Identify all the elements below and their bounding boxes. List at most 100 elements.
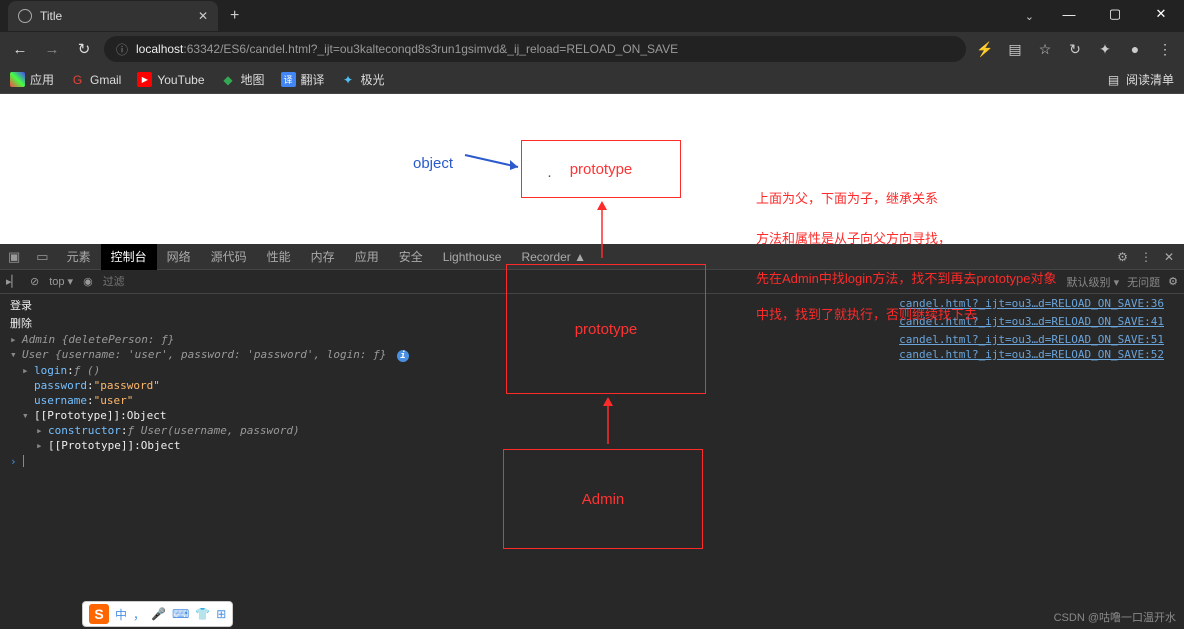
source-link[interactable]: candel.html?_ijt=ou3…d=RELOAD_ON_SAVE:52 bbox=[899, 348, 1174, 362]
collapse-icon[interactable]: ▾ bbox=[22, 409, 34, 422]
clear-console-icon[interactable]: ⊘ bbox=[30, 275, 39, 288]
watermark: CSDN @咕噜一口温开水 bbox=[1054, 609, 1176, 625]
maximize-button[interactable]: ▢ bbox=[1092, 0, 1138, 28]
bookmark-gmail[interactable]: GGmail bbox=[70, 72, 121, 87]
page-content bbox=[0, 94, 1184, 244]
tab-application[interactable]: 应用 bbox=[345, 244, 389, 270]
close-window-button[interactable]: ✕ bbox=[1138, 0, 1184, 28]
devtools-tabs: ▣ ▭ 元素 控制台 网络 源代码 性能 内存 应用 安全 Lighthouse… bbox=[0, 244, 1184, 270]
close-tab-icon[interactable]: ✕ bbox=[198, 9, 208, 23]
console-property: username: "user" bbox=[0, 393, 1184, 408]
context-selector[interactable]: top ▾ bbox=[49, 275, 73, 288]
ime-punct[interactable]: ， bbox=[133, 606, 145, 623]
skin-icon[interactable]: 👕 bbox=[195, 607, 210, 621]
source-link[interactable]: candel.html?_ijt=ou3…d=RELOAD_ON_SAVE:36 bbox=[899, 297, 1174, 313]
bookmark-jiguang[interactable]: ✦极光 bbox=[341, 71, 385, 88]
address-bar: ← → ↻ ⓘ localhost:63342/ES6/candel.html?… bbox=[0, 32, 1184, 66]
forward-button[interactable]: → bbox=[40, 41, 64, 58]
tab-sources[interactable]: 源代码 bbox=[201, 244, 257, 270]
bookmark-icon[interactable]: ☆ bbox=[1034, 41, 1056, 58]
ime-toolbar[interactable]: S 中 ， 🎤 ⌨ 👕 ⊞ bbox=[82, 601, 233, 627]
new-tab-button[interactable]: + bbox=[218, 7, 251, 25]
console-settings-icon[interactable]: ⚙ bbox=[1168, 275, 1178, 288]
console-row: 登录 candel.html?_ijt=ou3…d=RELOAD_ON_SAVE… bbox=[0, 296, 1184, 314]
browser-tab[interactable]: Title ✕ bbox=[8, 1, 218, 31]
expand-icon[interactable]: ▸ bbox=[36, 439, 48, 452]
expand-icon[interactable]: ▸ bbox=[36, 424, 48, 437]
device-icon[interactable]: ▭ bbox=[28, 249, 56, 265]
collapse-icon[interactable]: ▾ bbox=[10, 348, 22, 362]
globe-icon bbox=[18, 9, 32, 23]
tab-security[interactable]: 安全 bbox=[389, 244, 433, 270]
console-property[interactable]: ▸login: ƒ () bbox=[0, 363, 1184, 378]
console-property[interactable]: ▸constructor: ƒ User(username, password) bbox=[0, 423, 1184, 438]
url-input[interactable]: ⓘ localhost:63342/ES6/candel.html?_ijt=o… bbox=[104, 36, 966, 62]
keyboard-icon[interactable]: ⌨ bbox=[172, 607, 189, 621]
source-link[interactable]: candel.html?_ijt=ou3…d=RELOAD_ON_SAVE:41 bbox=[899, 315, 1174, 331]
menu-icon[interactable]: ⋮ bbox=[1154, 41, 1176, 58]
tab-title: Title bbox=[40, 9, 62, 23]
apps-icon bbox=[10, 72, 25, 87]
console-row: 删除 candel.html?_ijt=ou3…d=RELOAD_ON_SAVE… bbox=[0, 314, 1184, 332]
console-property[interactable]: ▸[[Prototype]]: Object bbox=[0, 438, 1184, 453]
console-row[interactable]: ▸ Admin {deletePerson: ƒ} candel.html?_i… bbox=[0, 332, 1184, 347]
sogou-logo-icon: S bbox=[89, 604, 109, 624]
console-sidebar-toggle[interactable]: ▸▏ bbox=[6, 275, 20, 288]
console-row[interactable]: ▾ User {username: 'user', password: 'pas… bbox=[0, 347, 1184, 363]
tab-network[interactable]: 网络 bbox=[157, 244, 201, 270]
source-link[interactable]: candel.html?_ijt=ou3…d=RELOAD_ON_SAVE:51 bbox=[899, 333, 1174, 346]
toolbox-icon[interactable]: ⊞ bbox=[216, 607, 226, 621]
devtools-settings-icon[interactable]: ⚙ bbox=[1117, 250, 1128, 264]
console-property[interactable]: ▾[[Prototype]]: Object bbox=[0, 408, 1184, 423]
devtools-panel: ▣ ▭ 元素 控制台 网络 源代码 性能 内存 应用 安全 Lighthouse… bbox=[0, 244, 1184, 629]
tab-lighthouse[interactable]: Lighthouse bbox=[433, 244, 512, 270]
reload-button[interactable]: ↻ bbox=[72, 40, 96, 58]
site-info-icon[interactable]: ⓘ bbox=[116, 41, 128, 58]
console-prompt[interactable]: › bbox=[0, 453, 1184, 470]
translate-icon[interactable]: ⚡ bbox=[974, 41, 996, 58]
live-expression-icon[interactable]: ◉ bbox=[83, 275, 93, 288]
expand-icon[interactable]: ▸ bbox=[22, 364, 34, 377]
bookmarks-bar: 应用 GGmail ▶YouTube ◆地图 译翻译 ✦极光 ▤阅读清单 bbox=[0, 66, 1184, 94]
bookmark-maps[interactable]: ◆地图 bbox=[221, 71, 265, 88]
browser-tab-bar: Title ✕ + ⌄ bbox=[0, 0, 1184, 32]
mic-icon[interactable]: 🎤 bbox=[151, 607, 166, 621]
inspect-icon[interactable]: ▣ bbox=[0, 249, 28, 265]
back-button[interactable]: ← bbox=[8, 41, 32, 58]
tab-memory[interactable]: 内存 bbox=[301, 244, 345, 270]
console-message: 删除 bbox=[10, 315, 899, 331]
extensions-icon[interactable]: ✦ bbox=[1094, 41, 1116, 58]
tab-elements[interactable]: 元素 bbox=[57, 244, 101, 270]
info-badge-icon[interactable]: i bbox=[397, 350, 409, 362]
youtube-icon: ▶ bbox=[137, 72, 152, 87]
update-icon[interactable]: ↻ bbox=[1064, 41, 1086, 58]
tab-console[interactable]: 控制台 bbox=[101, 244, 157, 270]
bookmark-apps[interactable]: 应用 bbox=[10, 71, 54, 88]
tab-recorder[interactable]: Recorder ▲ bbox=[511, 244, 596, 270]
tab-performance[interactable]: 性能 bbox=[257, 244, 301, 270]
reading-list-button[interactable]: ▤阅读清单 bbox=[1106, 71, 1174, 88]
cursor bbox=[23, 455, 24, 467]
chevron-right-icon: › bbox=[10, 455, 17, 468]
reading-list-icon: ▤ bbox=[1106, 72, 1121, 87]
console-filter-bar: ▸▏ ⊘ top ▾ ◉ 默认级别 ▾ 无问题 ⚙ bbox=[0, 270, 1184, 294]
log-level-selector[interactable]: 默认级别 ▾ bbox=[1067, 274, 1120, 290]
expand-icon[interactable]: ▸ bbox=[10, 333, 22, 346]
url-path: /ES6/candel.html?_ijt=ou3kalteconqd8s3ru… bbox=[220, 42, 678, 56]
gmail-icon: G bbox=[70, 72, 85, 87]
devtools-close-icon[interactable]: ✕ bbox=[1164, 250, 1174, 264]
bookmark-youtube[interactable]: ▶YouTube bbox=[137, 72, 204, 87]
profile-icon[interactable]: ● bbox=[1124, 41, 1146, 57]
window-controls: — ▢ ✕ bbox=[1046, 0, 1184, 28]
url-host: localhost bbox=[136, 42, 183, 56]
maps-icon: ◆ bbox=[221, 72, 236, 87]
console-property: password: "password" bbox=[0, 378, 1184, 393]
minimize-button[interactable]: — bbox=[1046, 0, 1092, 28]
bookmark-translate[interactable]: 译翻译 bbox=[281, 71, 325, 88]
reader-icon[interactable]: ▤ bbox=[1004, 41, 1026, 58]
ime-lang[interactable]: 中 bbox=[115, 606, 127, 623]
issues-label: 无问题 bbox=[1127, 274, 1160, 290]
devtools-menu-icon[interactable]: ⋮ bbox=[1140, 250, 1152, 264]
filter-input[interactable] bbox=[103, 276, 203, 288]
url-port: :63342 bbox=[183, 42, 220, 56]
